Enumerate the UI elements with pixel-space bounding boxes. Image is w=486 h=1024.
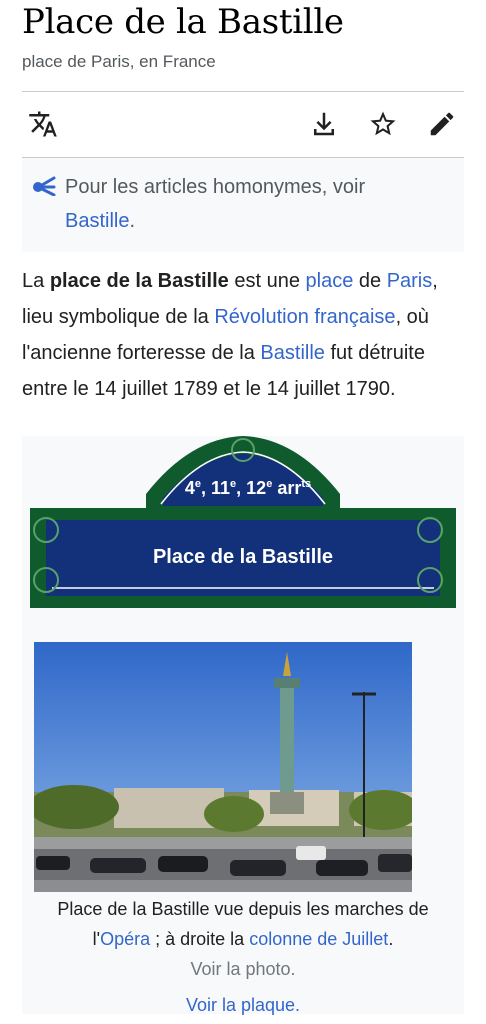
- caption-text: ; à droite la: [150, 929, 250, 949]
- infobox: 4e, 11e, 12e arrts Place de la Bastille: [22, 436, 464, 1015]
- view-photo-link[interactable]: Voir la photo.: [190, 959, 295, 979]
- photo-caption: Place de la Bastille vue depuis les marc…: [30, 894, 456, 1020]
- header-divider: [22, 91, 464, 92]
- bastille-photo[interactable]: [34, 642, 412, 892]
- hatnote-link-bastille[interactable]: Bastille: [65, 210, 129, 232]
- link-opera[interactable]: Opéra: [100, 929, 150, 949]
- link-bastille[interactable]: Bastille: [260, 342, 324, 364]
- page-subtitle: place de Paris, en France: [22, 52, 216, 71]
- translate-icon[interactable]: [27, 108, 59, 140]
- lead-text: est une: [228, 270, 306, 292]
- hatnote-suffix: .: [129, 210, 136, 232]
- pencil-icon[interactable]: [426, 108, 458, 140]
- street-sign-plaque[interactable]: [30, 436, 456, 610]
- star-icon[interactable]: [367, 108, 399, 140]
- sign-arrondissements: 4e, 11e, 12e arrts: [184, 478, 312, 498]
- hatnote-text: Pour les articles homonymes, voir: [65, 176, 366, 198]
- download-icon[interactable]: [308, 108, 340, 140]
- lead-text: La: [22, 270, 50, 292]
- link-colonne-de-juillet[interactable]: colonne de Juillet: [249, 929, 388, 949]
- link-revolution-francaise[interactable]: Révolution française: [214, 306, 395, 328]
- lead-bold-subject: place de la Bastille: [49, 270, 229, 292]
- page-title: Place de la Bastille: [22, 2, 344, 42]
- lead-paragraph: La place de la Bastille est une place de…: [22, 263, 468, 407]
- lead-text: de: [353, 270, 387, 292]
- link-place[interactable]: place: [306, 270, 354, 292]
- disambiguation-hatnote: Pour les articles homonymes, voir Bastil…: [22, 158, 464, 252]
- sign-place-name: Place de la Bastille: [152, 546, 334, 568]
- view-plaque-link[interactable]: Voir la plaque.: [186, 995, 300, 1015]
- link-paris[interactable]: Paris: [387, 270, 433, 292]
- caption-text: .: [388, 929, 394, 949]
- disambiguation-icon: [32, 174, 58, 201]
